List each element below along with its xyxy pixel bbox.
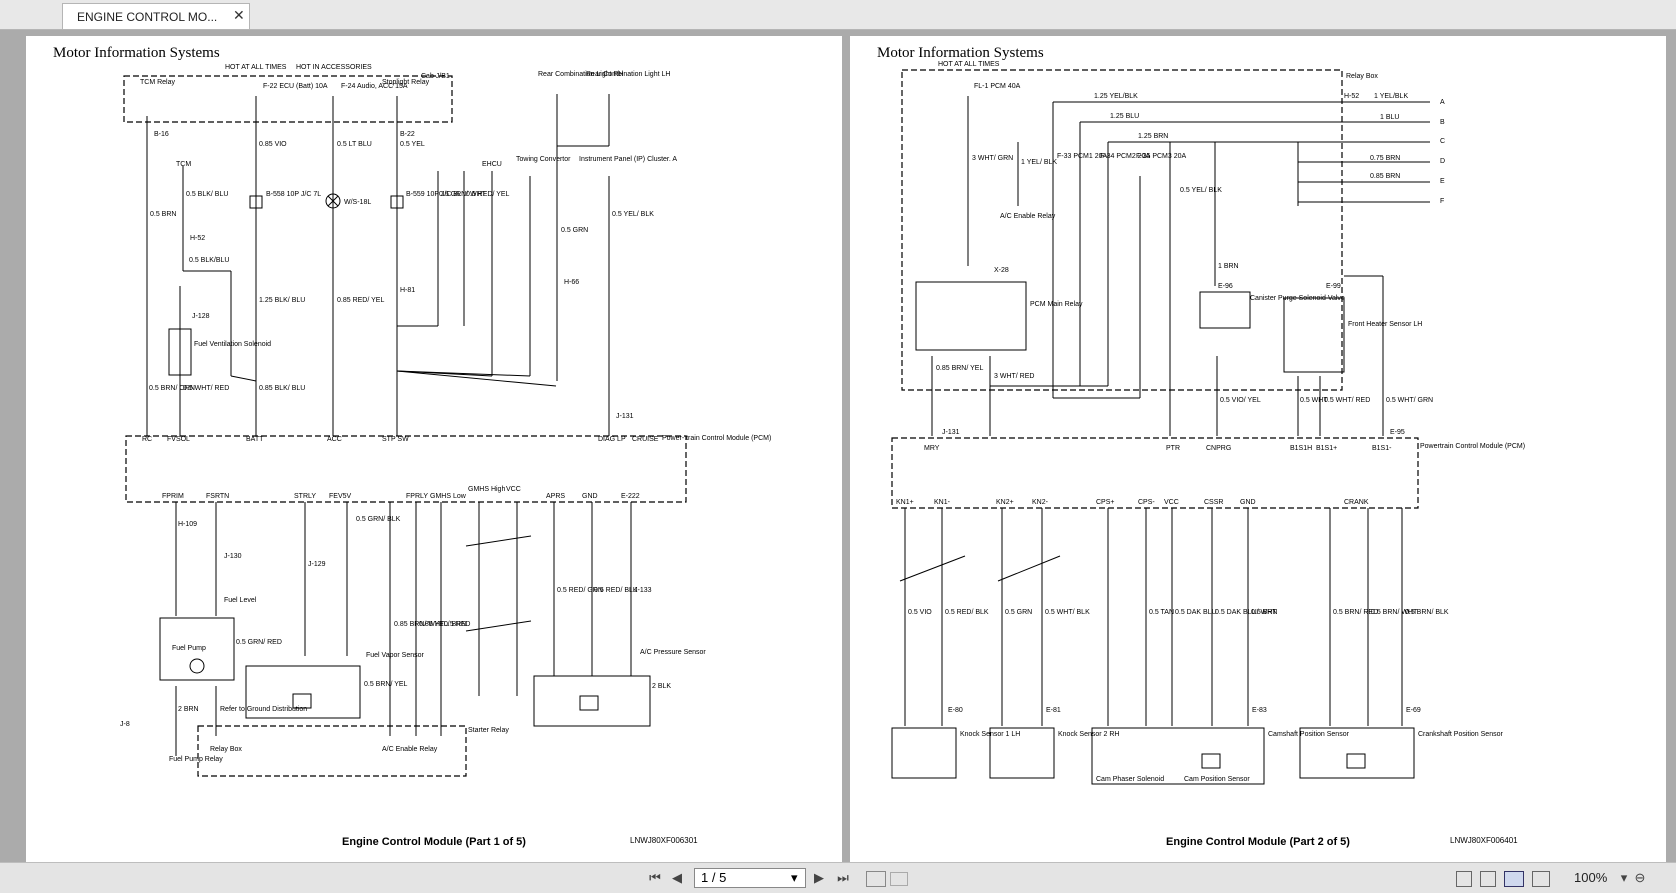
zoom-out-icon[interactable]: ⊖ [1632, 868, 1648, 888]
figure-code: LNWJ80XF006401 [1450, 836, 1518, 845]
fit-page-icon[interactable] [890, 872, 908, 886]
tab-title: ENGINE CONTROL MO... [77, 10, 218, 24]
more-icon[interactable]: ▾ [1618, 868, 1630, 888]
wiring-diagram-2 [891, 69, 1430, 785]
wiring-diagram-1 [123, 75, 687, 777]
document-tab[interactable]: ENGINE CONTROL MO... ✕ [62, 3, 250, 29]
rotate-icon[interactable] [866, 871, 886, 887]
page-footer: Engine Control Module (Part 1 of 5) [342, 836, 526, 848]
page-number-input[interactable]: 1 / 5 ▾ [694, 868, 806, 888]
chevron-down-icon[interactable]: ▾ [791, 869, 798, 887]
first-page-button[interactable]: ⏮ [646, 868, 664, 888]
single-page-icon[interactable] [1456, 871, 1472, 887]
close-icon[interactable]: ✕ [233, 7, 245, 24]
two-page-icon[interactable] [1504, 871, 1524, 887]
figure-code: LNWJ80XF006301 [630, 836, 698, 845]
tab-bar: ENGINE CONTROL MO... ✕ [0, 0, 1676, 30]
zoom-level[interactable]: 100% [1574, 870, 1607, 885]
document-viewer[interactable]: Motor Information Systems HOT AT ALL TIM… [0, 30, 1676, 862]
previous-page-button[interactable]: ◀ [668, 868, 686, 888]
next-page-button[interactable]: ▶ [810, 868, 828, 888]
last-page-button[interactable]: ⏭ [834, 868, 852, 888]
viewer-toolbar: ⏮ ◀ 1 / 5 ▾ ▶ ⏭ 100% ▾ ⊖ [0, 862, 1676, 893]
page-footer: Engine Control Module (Part 2 of 5) [1166, 836, 1350, 848]
continuous-page-icon[interactable] [1480, 871, 1496, 887]
page-number-value: 1 / 5 [701, 870, 727, 885]
page-2: Motor Information Systems HOT AT ALL TIM… [850, 36, 1666, 862]
outline-icon[interactable] [1532, 871, 1550, 887]
page-1: Motor Information Systems HOT AT ALL TIM… [26, 36, 842, 862]
